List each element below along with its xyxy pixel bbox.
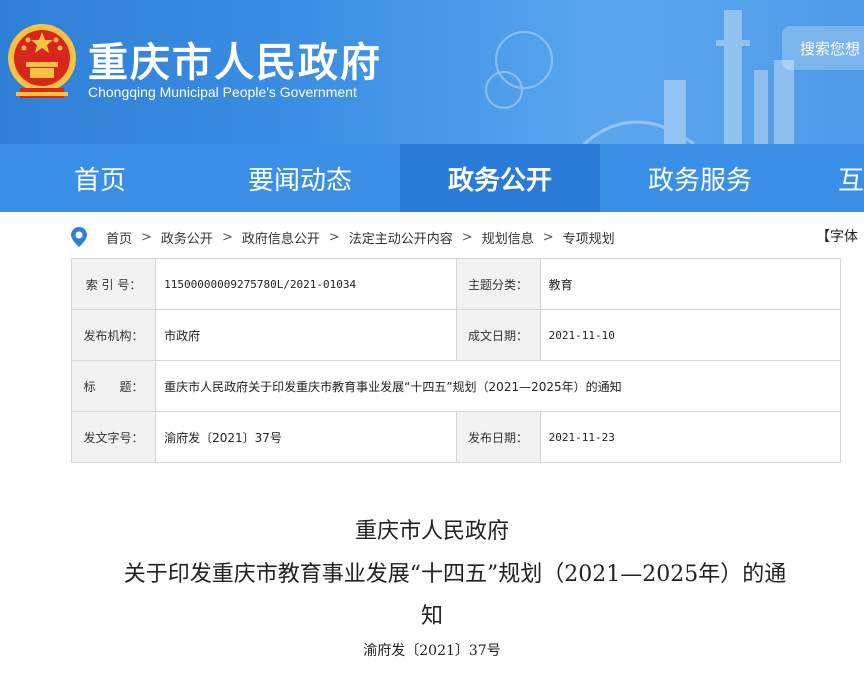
breadcrumb-government-affairs[interactable]: 政务公开 [161, 228, 213, 247]
table-row: 发文字号： 渝府发〔2021〕37号 发布日期： 2021-11-23 [70, 411, 842, 463]
national-emblem-icon [8, 24, 76, 98]
breadcrumb: 首页 > 政务公开 > 政府信息公开 > 法定主动公开内容 > 规划信息 > 专… [70, 224, 615, 250]
org-label: 发布机构： [70, 309, 157, 361]
topic-value: 教育 [539, 258, 842, 310]
breadcrumb-statutory-disclosure[interactable]: 法定主动公开内容 [349, 228, 453, 247]
font-size-control[interactable]: 【字体 [816, 226, 858, 246]
created-date-label: 成文日期： [455, 309, 541, 361]
nav-item-home[interactable]: 首页 [0, 144, 200, 212]
table-row: 标 题： 重庆市人民政府关于印发重庆市教育事业发展“十四五”规划（2021—20… [70, 360, 841, 412]
table-row: 发布机构： 市政府 成文日期： 2021-11-10 [70, 309, 842, 361]
document-title-continued: 知 [420, 604, 443, 629]
nav-item-interaction[interactable]: 互 [800, 144, 864, 212]
document-number: 渝府发〔2021〕37号 [363, 643, 501, 659]
published-date-label: 发布日期： [455, 411, 541, 463]
breadcrumb-info-disclosure[interactable]: 政府信息公开 [242, 228, 320, 247]
location-pin-icon [71, 227, 87, 247]
nav-item-government-affairs[interactable]: 政务公开 [400, 144, 600, 212]
breadcrumb-separator: > [328, 229, 340, 245]
document-info-table: 索 引 号： 11500000009275780L/2021-01034 主题分… [70, 258, 842, 463]
skyline-illustration [485, 10, 794, 144]
main-nav: 首页 要闻动态 政务公开 政务服务 互 [0, 144, 864, 212]
index-label: 索 引 号： [70, 258, 157, 310]
breadcrumb-separator: > [461, 229, 473, 245]
site-title: 重庆市人民政府 [88, 40, 382, 86]
site-subtitle: Chongqing Municipal People's Government [88, 84, 357, 100]
doc-number-label: 发文字号： [70, 411, 157, 463]
topic-label: 主题分类： [455, 258, 541, 310]
created-date-value: 2021-11-10 [539, 309, 842, 361]
nav-item-news[interactable]: 要闻动态 [200, 144, 400, 212]
breadcrumb-separator: > [221, 229, 233, 245]
breadcrumb-separator: > [141, 229, 152, 245]
table-row: 索 引 号： 11500000009275780L/2021-01034 主题分… [70, 258, 842, 310]
index-value: 11500000009275780L/2021-01034 [155, 258, 457, 310]
header-banner: 重庆市人民政府 Chongqing Municipal People's Gov… [0, 0, 864, 144]
breadcrumb-planning-info[interactable]: 规划信息 [482, 228, 534, 247]
published-date-value: 2021-11-23 [539, 411, 842, 463]
breadcrumb-special-planning[interactable]: 专项规划 [563, 228, 615, 247]
document-title: 关于印发重庆市教育事业发展“十四五”规划（2021—2025年）的通 [123, 562, 787, 587]
doc-number-value: 渝府发〔2021〕37号 [155, 411, 457, 463]
breadcrumb-separator: > [542, 229, 554, 245]
search-button[interactable]: 搜索您想 [782, 26, 864, 70]
org-value: 市政府 [155, 309, 457, 361]
doc-title-value: 重庆市人民政府关于印发重庆市教育事业发展“十四五”规划（2021—2025年）的… [155, 360, 841, 412]
doc-title-label: 标 题： [70, 360, 157, 412]
nav-item-services[interactable]: 政务服务 [600, 144, 800, 212]
breadcrumb-home[interactable]: 首页 [106, 228, 132, 247]
document-issuer: 重庆市人民政府 [354, 519, 509, 544]
